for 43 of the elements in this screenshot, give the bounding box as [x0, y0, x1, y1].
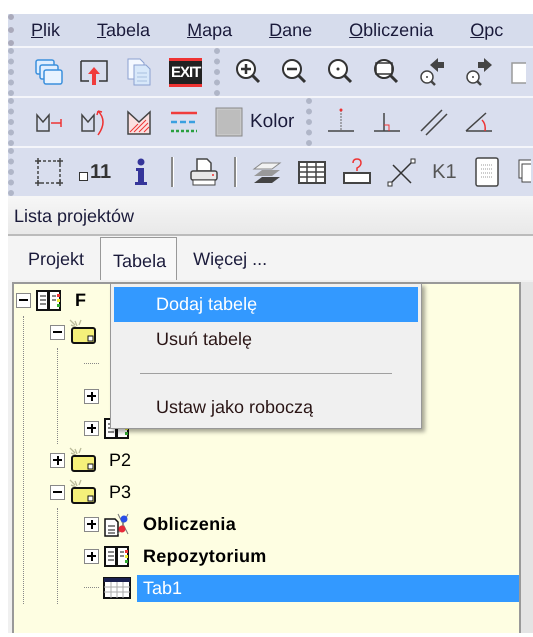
- menu-item[interactable]: Obliczenia: [332, 20, 450, 40]
- k1-button[interactable]: K1: [432, 160, 457, 184]
- menu-item[interactable]: Tabela: [80, 20, 166, 40]
- menu-item[interactable]: Plik: [14, 20, 76, 40]
- expander[interactable]: [50, 484, 65, 500]
- expander[interactable]: [50, 452, 65, 468]
- expander[interactable]: [84, 388, 99, 404]
- menu-item[interactable]: Dane: [252, 20, 328, 40]
- book-icon: [35, 288, 63, 312]
- tree-item[interactable]: F: [69, 286, 92, 314]
- color-button[interactable]: Kolor: [214, 107, 294, 137]
- tab[interactable]: Tabela: [100, 237, 178, 280]
- swatch-icon[interactable]: [214, 107, 244, 137]
- help-field-icon[interactable]: [342, 157, 372, 187]
- parallel-lines-icon[interactable]: [418, 107, 448, 137]
- document-dots-icon: [103, 511, 131, 537]
- tree-item[interactable]: Repozytorium: [137, 542, 273, 570]
- menu-item[interactable]: Opc: [453, 20, 520, 40]
- panel-title: Lista projektów: [8, 196, 533, 236]
- point-number-button[interactable]: 11: [79, 160, 112, 184]
- expander[interactable]: [50, 324, 65, 340]
- tree-item[interactable]: Obliczenia: [137, 510, 242, 538]
- expander[interactable]: [84, 516, 99, 532]
- expander[interactable]: [84, 420, 99, 436]
- folder-icon: [69, 479, 97, 505]
- tab[interactable]: Projekt: [22, 240, 90, 280]
- menu-item[interactable]: Ustaw jako roboczą: [114, 390, 418, 425]
- folder-icon: [69, 447, 97, 473]
- zoom-forward-icon[interactable]: [464, 57, 494, 87]
- expander[interactable]: [16, 292, 31, 308]
- expander[interactable]: [84, 548, 99, 564]
- menu-item[interactable]: Usuń tabelę: [114, 322, 418, 357]
- selection-rect-icon[interactable]: [34, 157, 64, 187]
- tab[interactable]: Więcej ...: [187, 240, 274, 280]
- folder-icon: [69, 319, 97, 345]
- tree-item[interactable]: P3: [103, 478, 138, 506]
- tree-item[interactable]: P2: [103, 446, 138, 474]
- printer-icon[interactable]: [189, 157, 220, 187]
- menu-item[interactable]: Mapa: [170, 20, 248, 40]
- table-icon: [103, 576, 131, 600]
- line-cross-icon[interactable]: [387, 157, 418, 187]
- exit-button[interactable]: EXIT: [169, 58, 202, 86]
- book-icon: [103, 544, 131, 568]
